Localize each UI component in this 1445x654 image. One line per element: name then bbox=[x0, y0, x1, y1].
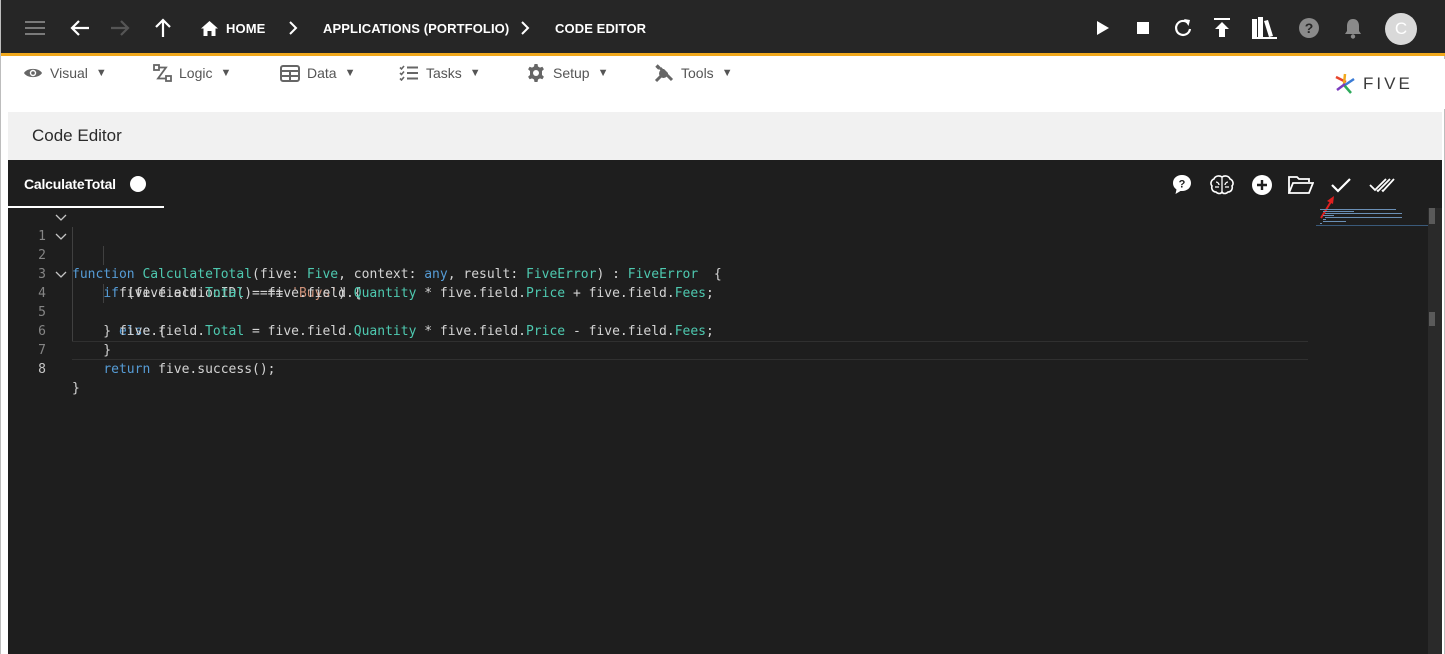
app-window: HOME APPLICATIONS (PORTFOLIO) CODE EDITO… bbox=[0, 0, 1445, 654]
code-line: 3 five.field.Total = five.field.Quantity… bbox=[8, 246, 1308, 301]
refresh-icon[interactable] bbox=[1173, 0, 1193, 56]
double-check-icon[interactable] bbox=[1369, 172, 1395, 198]
unsaved-indicator-dot bbox=[130, 176, 146, 192]
breadcrumb-label: APPLICATIONS (PORTFOLIO) bbox=[323, 20, 510, 36]
run-icon[interactable] bbox=[1096, 0, 1110, 56]
menu-label: Visual bbox=[50, 65, 88, 81]
code-line: 8 } bbox=[8, 341, 1308, 396]
help-circle-icon[interactable]: ? bbox=[1298, 0, 1320, 56]
user-avatar[interactable]: C bbox=[1385, 13, 1417, 45]
up-arrow-icon[interactable] bbox=[154, 0, 172, 56]
scrollbar-thumb[interactable] bbox=[1429, 208, 1435, 224]
code-text: } bbox=[72, 381, 80, 396]
tools-icon bbox=[654, 64, 674, 83]
caret-down-icon: ▼ bbox=[721, 67, 733, 79]
breadcrumb-label: CODE EDITOR bbox=[555, 20, 647, 36]
menu-label: Data bbox=[307, 65, 337, 81]
library-icon[interactable] bbox=[1252, 0, 1277, 56]
code-text: return five.success(); bbox=[103, 362, 276, 377]
breadcrumb-home[interactable]: HOME bbox=[201, 0, 265, 56]
fold-chevron-icon[interactable] bbox=[55, 227, 67, 246]
caret-down-icon: ▼ bbox=[220, 67, 232, 79]
code-line: 7 return five.success(); bbox=[8, 322, 1308, 377]
fold-chevron-icon[interactable] bbox=[55, 265, 67, 284]
notification-bell-icon[interactable] bbox=[1344, 0, 1362, 56]
menu-tasks[interactable]: Tasks ▼ bbox=[399, 59, 481, 87]
code-line: 5 five.field.Total = five.field.Quantity… bbox=[8, 284, 1308, 339]
stop-icon[interactable] bbox=[1137, 0, 1149, 56]
breadcrumb-separator-icon bbox=[288, 0, 298, 56]
deploy-icon[interactable] bbox=[1214, 0, 1230, 56]
eye-icon bbox=[24, 68, 42, 78]
breadcrumb-code-editor[interactable]: CODE EDITOR bbox=[555, 0, 646, 56]
menu-label: Setup bbox=[553, 65, 590, 81]
menu-tools[interactable]: Tools ▼ bbox=[654, 59, 733, 87]
tab-label: CalculateTotal bbox=[24, 176, 116, 192]
code-line: 6 } bbox=[8, 303, 1308, 358]
home-icon bbox=[201, 20, 218, 36]
svg-text:?: ? bbox=[1179, 179, 1186, 191]
back-arrow-icon[interactable] bbox=[69, 0, 91, 56]
code-area[interactable]: 1 function CalculateTotal(five: Five, co… bbox=[8, 208, 1428, 654]
page-title: Code Editor bbox=[32, 126, 122, 145]
menu-bar: Visual ▼ Logic ▼ Data ▼ Tasks ▼ Setup ▼ Tools… bbox=[2, 59, 1445, 109]
line-number: 8 bbox=[38, 362, 46, 377]
menu-data[interactable]: Data ▼ bbox=[280, 59, 355, 87]
breadcrumb-applications[interactable]: APPLICATIONS (PORTFOLIO) bbox=[323, 0, 509, 56]
help-icon[interactable]: ? bbox=[1169, 172, 1195, 198]
vertical-scrollbar[interactable] bbox=[1428, 208, 1442, 654]
caret-down-icon: ▼ bbox=[597, 67, 609, 79]
caret-down-icon: ▼ bbox=[344, 67, 356, 79]
app-bar: HOME APPLICATIONS (PORTFOLIO) CODE EDITO… bbox=[1, 0, 1445, 56]
menu-logic[interactable]: Logic ▼ bbox=[153, 59, 231, 87]
hamburger-menu-icon[interactable] bbox=[25, 0, 47, 56]
five-logo-icon bbox=[1335, 73, 1355, 94]
minimap[interactable] bbox=[1316, 208, 1428, 228]
checklist-icon bbox=[399, 65, 418, 81]
folder-open-icon[interactable] bbox=[1288, 172, 1314, 198]
brain-icon[interactable] bbox=[1209, 172, 1235, 198]
caret-down-icon: ▼ bbox=[469, 67, 481, 79]
tab-calculate-total[interactable]: CalculateTotal bbox=[8, 160, 164, 208]
code-editor-panel: CalculateTotal ? 1 function CalculateTot… bbox=[8, 160, 1442, 654]
menu-label: Logic bbox=[179, 65, 213, 81]
five-logo-text: FIVE bbox=[1363, 74, 1413, 93]
breadcrumb-label: HOME bbox=[226, 20, 266, 36]
breadcrumb-separator-icon bbox=[520, 0, 530, 56]
flow-icon bbox=[153, 64, 172, 82]
svg-text:?: ? bbox=[1305, 20, 1314, 36]
forward-arrow-icon[interactable] bbox=[109, 0, 131, 56]
five-logo: FIVE bbox=[1333, 72, 1413, 96]
fold-chevron-icon[interactable] bbox=[55, 208, 67, 227]
scrollbar-cursor-marker bbox=[1429, 312, 1435, 326]
menu-label: Tasks bbox=[426, 65, 462, 81]
add-icon[interactable] bbox=[1249, 172, 1275, 198]
menu-visual[interactable]: Visual ▼ bbox=[23, 59, 107, 87]
menu-setup[interactable]: Setup ▼ bbox=[526, 59, 608, 87]
code-line: 4 } else { bbox=[8, 265, 1308, 339]
caret-down-icon: ▼ bbox=[95, 67, 107, 79]
code-line: 1 function CalculateTotal(five: Five, co… bbox=[8, 208, 1308, 282]
page-header: Code Editor bbox=[8, 112, 1442, 160]
code-line: 2 if (five.actionID() === 'Buys') { bbox=[8, 227, 1308, 301]
gear-icon bbox=[528, 64, 544, 82]
menu-label: Tools bbox=[681, 65, 714, 81]
table-icon bbox=[280, 64, 300, 82]
